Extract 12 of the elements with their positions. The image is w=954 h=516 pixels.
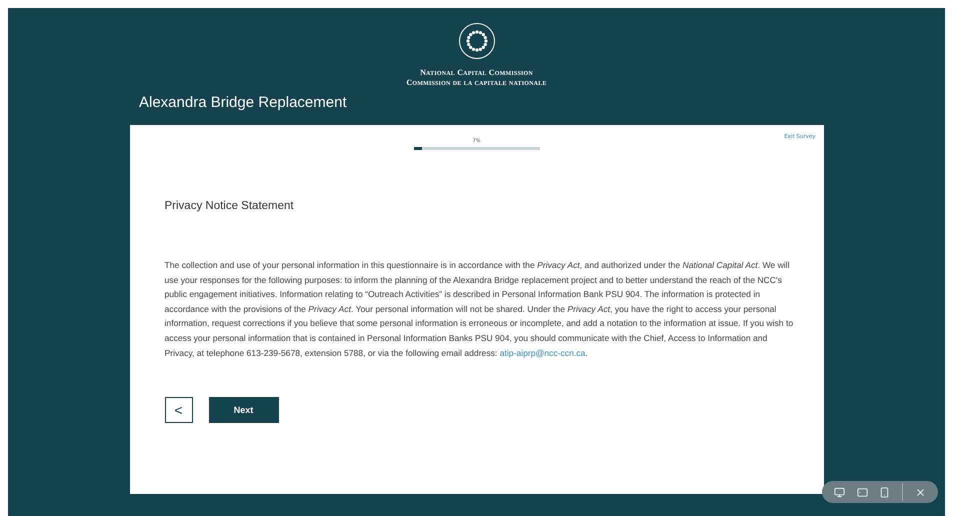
- logo-icon: [458, 22, 496, 60]
- privacy-notice-text: The collection and use of your personal information in this questionnaire is in accordance with the Privacy Act, and authorized under the National Capital Act. We will use your responses for the following purposes: to inform the planning of the Alexandra Bridge replacement project and to better understand the reach of the NCC's public engagement initiatives. Information relating to “Outreach Activities” is described in Personal Information Bank PSU 904. The information is protected in accordance with the provisions of the Privacy Act. Your personal information will not be shared. Under the Privacy Act, you have the right to access your personal information, request corrections if you believe that some personal information is erroneous or incomplete, and add a notation to the information at issue. If you wish to access your personal information that is contained in Personal Information Banks PSU 904, you should communicate with the Chief, Access to Information and Privacy, at telephone 613-239-5678, extension 5788, or via the following email address: atip-aiprp@ncc-ccn.ca.: [164, 259, 794, 360]
- phone-icon[interactable]: [879, 486, 890, 498]
- section-heading: Privacy Notice Statement: [164, 200, 295, 212]
- tablet-icon[interactable]: [856, 486, 868, 498]
- next-button[interactable]: Next: [208, 397, 278, 424]
- organization-name: Commission de la capitale nationale: [406, 78, 547, 88]
- back-button[interactable]: <: [164, 397, 192, 424]
- survey-title: Alexandra Bridge Replacement: [139, 94, 347, 111]
- organization-name: National Capital Commission: [420, 68, 533, 78]
- close-icon[interactable]: [915, 486, 926, 498]
- desktop-icon[interactable]: [834, 486, 845, 498]
